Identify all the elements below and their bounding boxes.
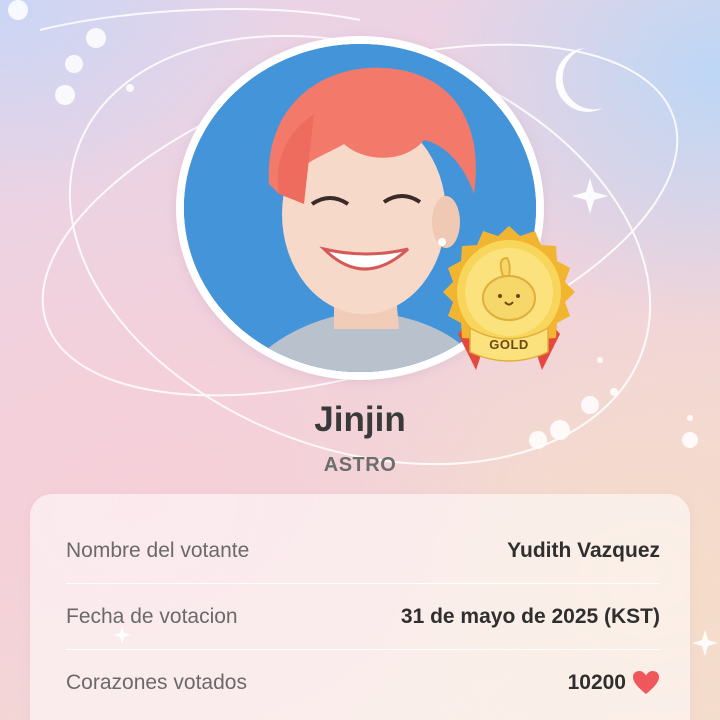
hearts-voted-value: 10200: [568, 670, 660, 696]
idol-name: Jinjin: [314, 400, 406, 439]
moon-icon: [555, 48, 603, 112]
badge-label: GOLD: [489, 337, 529, 352]
idol-group: ASTRO: [323, 454, 397, 476]
hearts-voted-count: 10200: [567, 671, 626, 694]
voter-name-value: Yudith Vazquez: [507, 538, 660, 562]
detail-row-voter: Nombre del votante Yudith Vazquez: [66, 518, 660, 584]
heart-icon: [632, 670, 660, 696]
voter-name-label: Nombre del votante: [66, 538, 250, 562]
vote-details-card: Nombre del votante Yudith Vazquez Fecha …: [30, 494, 690, 720]
gold-medal-badge: GOLD: [440, 222, 578, 382]
hearts-voted-label: Corazones votados: [66, 671, 247, 694]
detail-row-hearts: Corazones votados 10200: [66, 650, 660, 716]
detail-row-date: Fecha de votacion 31 de mayo de 2025 (KS…: [66, 584, 660, 650]
vote-date-value: 31 de mayo de 2025 (KST): [400, 604, 660, 628]
vote-date-label: Fecha de votacion: [66, 604, 238, 628]
